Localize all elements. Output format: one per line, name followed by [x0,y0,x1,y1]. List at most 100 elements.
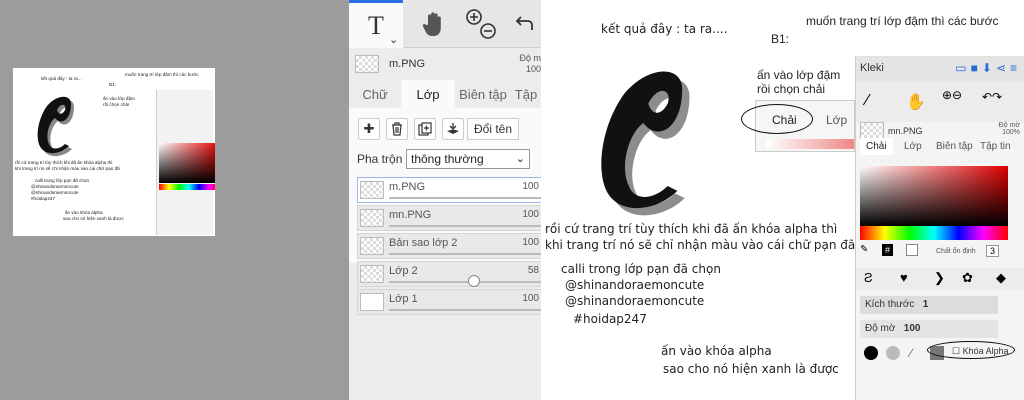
kleki-header: Kleki ▭■⬇⋖≡ [856,56,1024,82]
delete-layer-button[interactable] [386,118,408,140]
blend-mode-select[interactable]: thông thường ⌄ [406,149,530,169]
layer-item[interactable]: mn.PNG 100 [357,205,541,231]
stabilizer-label: Chất ổn định [936,248,976,255]
layer-opacity: 100 [522,209,539,220]
undo-icon[interactable]: ↶↷ [982,90,1002,104]
file-info-row: m.PNG Độ m 100 [349,48,541,80]
layer-opacity-slider[interactable] [389,281,541,283]
decorate-caption-line1: rồi cứ trang trí tùy thích khi đã ấn khó… [545,222,838,236]
alpha-opacity-label: Độ mờ [865,323,896,334]
result-caption: kết quả đây : ta ra.... [601,22,728,36]
thumb-line: rồi chọn chải [103,102,130,107]
tab-edit[interactable]: Biên tập [936,141,973,152]
thumbnail-preview: kết quả đây : ta ra... muốn trang trí lớ… [13,68,215,236]
credit-caption: @shinandoraemoncute [565,294,705,308]
highlight-ellipse [741,104,813,134]
layer-thumbnail [360,181,384,199]
opacity-value: 100 [525,63,541,74]
brush-opacity-slider[interactable]: Độ mờ 100 [860,320,998,338]
thumb-line: kết quả đây : ta ra... [41,76,82,81]
brush-size-slider[interactable]: Kích thước 1 [860,296,998,314]
kleki-tools: ∕ ✋ ⊕⊖ ↶↷ [856,82,1024,122]
kleki-toolbar-icons[interactable]: ▭■⬇⋖≡ [955,61,1021,75]
layer-item[interactable]: Bản sao lớp 2 100 [357,233,541,259]
zoom-in-out-icon[interactable]: ⊕⊖ [942,88,962,102]
layer-name: m.PNG [389,181,426,193]
thumb-line: @shinandoraemoncute [31,190,79,195]
brush-icon[interactable]: ∕ [866,92,869,110]
alpha-caption-line1: ấn vào khóa alpha [661,344,772,358]
thumb-line: #hoidap247 [31,196,56,201]
tool-bar: T ⌄ [349,0,541,48]
thumb-line: sao cho nó hiện xanh là được [63,216,124,221]
tab-layers[interactable]: Lớp [401,80,455,108]
layer-opacity: 100 [522,237,539,248]
file-thumbnail [355,55,379,73]
layer-name: Bản sao lớp 2 [389,237,458,249]
tab-brush[interactable]: Chải [860,138,893,155]
brush-shape-circle[interactable] [864,346,878,360]
layer-opacity: 100 [522,293,539,304]
rename-layer-button[interactable]: Đổi tên [467,118,520,140]
layer-opacity-slider[interactable] [389,197,541,199]
pixel-brush-icon[interactable]: ✿ [962,270,973,286]
hue-slider[interactable] [860,226,1008,240]
layer-opacity-slider[interactable] [389,309,541,311]
pen-brush-icon[interactable]: Ƨ [864,270,873,285]
layer-opacity: 58 [527,265,539,276]
file-opacity: Độ m 100 [519,53,541,75]
chevron-down-icon: ⌄ [515,153,525,165]
layer-item[interactable]: m.PNG 100 [357,177,541,203]
color-strip [766,139,854,149]
plus-icon: ✚ [363,121,375,136]
hand-icon[interactable]: ✋ [906,92,926,112]
pressure-icon[interactable]: ∕ [910,346,912,360]
tutorial-panel: kết quả đây : ta ra.... muốn trang trí l… [541,0,1024,400]
layer-opacity-slider[interactable] [389,225,541,227]
tab-file[interactable]: Tập tin [980,141,1011,152]
thumb-line: calli trong lớp pạn đã chọn [35,178,90,183]
opacity-value: 100% [1002,129,1020,136]
merge-layer-button[interactable] [442,118,464,140]
hand-tool-button[interactable] [411,0,457,48]
layer-item[interactable]: Lớp 2 58 [357,261,541,287]
thumb-line: ấn vào khóa alpha [65,210,103,215]
brush-type-row[interactable]: Ƨ ♥ ❯ ✿ ◆ [856,268,1024,290]
eraser-icon[interactable]: ◆ [996,270,1006,286]
undo-icon [515,16,533,30]
layer-actions-area: ✚ Đổi tên Pha trộn thông thường ⌄ m.PNG … [349,108,541,263]
text-tool-button[interactable]: T ⌄ [349,0,403,48]
zoom-buttons[interactable] [457,0,505,48]
size-label: Kích thước [865,299,915,310]
hex-toggle[interactable]: # [882,244,894,256]
tab-edit[interactable]: Biên tập [455,80,511,108]
layer-opacity-slider[interactable] [389,253,541,255]
tab-file[interactable]: Tập [511,80,541,108]
layer-thumbnail [360,237,384,255]
panel-tabs: Chữ Lớp Biên tập Tập [349,80,541,108]
file-name: m.PNG [389,58,426,70]
stabilizer-select[interactable]: 3 [986,245,1000,257]
layer-opacity-knob[interactable] [468,275,481,287]
tab-layer[interactable]: Lớp [904,141,922,152]
decorate-caption-line2: khi trang trí nó sẽ chỉ nhận màu vào cái… [545,238,856,252]
add-layer-button[interactable]: ✚ [358,118,380,140]
duplicate-layer-button[interactable] [414,118,436,140]
tab-text[interactable]: Chữ [349,80,401,108]
color-picker[interactable] [860,166,1008,226]
alpha-caption-line2: sao cho nó hiện xanh là được [663,362,839,376]
undo-button[interactable] [509,0,541,48]
layer-thumbnail [360,209,384,227]
thumb-line: rồi cứ trang trí tùy thích khi đã ấn khó… [15,160,113,165]
tab-layer[interactable]: Lớp [826,113,847,127]
zoom-in-out-icon [466,9,496,39]
hand-icon [422,12,441,36]
sketchy-brush-icon[interactable]: ❯ [934,270,945,286]
eyedropper-icon[interactable]: ✎ [860,244,868,255]
opacity-label: Độ mờ [998,122,1020,129]
mini-color-picker [159,143,215,183]
secondary-color-swatch[interactable] [906,244,918,256]
layer-item[interactable]: Lớp 1 100 [357,289,541,315]
blend-brush-icon[interactable]: ♥ [900,270,908,285]
brush-shape-soft[interactable] [886,346,900,360]
